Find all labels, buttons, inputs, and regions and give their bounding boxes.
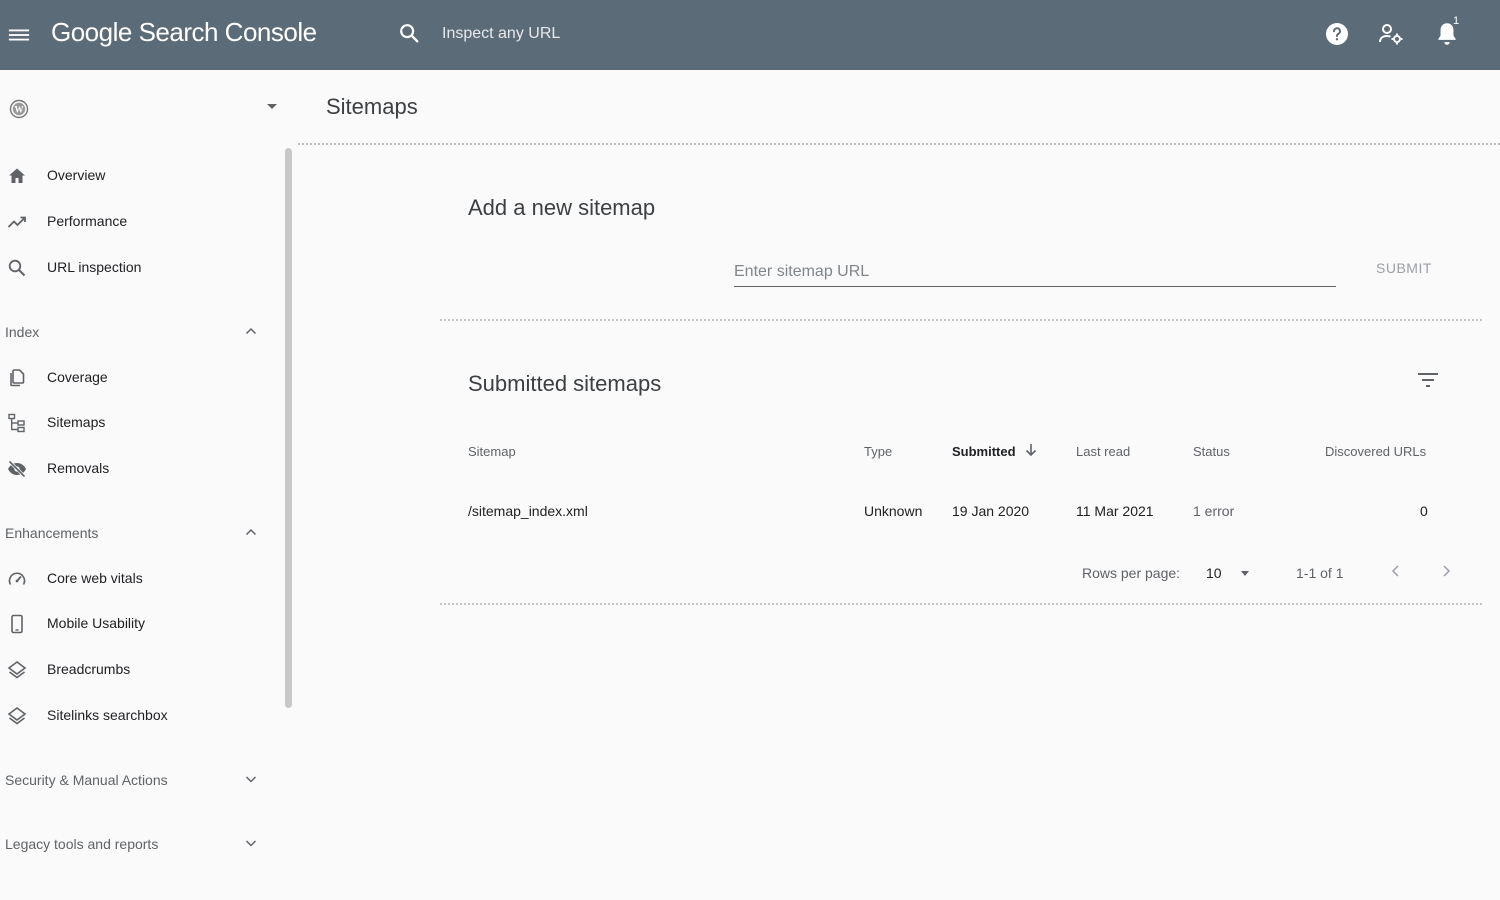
divider (440, 319, 1482, 321)
property-selector[interactable]: W (0, 90, 290, 126)
rows-per-page-caret-icon[interactable] (1241, 571, 1249, 576)
section-header-label: Legacy tools and reports (5, 836, 159, 852)
sidebar-item-sitelinks-searchbox[interactable]: Sitelinks searchbox (0, 696, 280, 736)
rows-per-page-label: Rows per page: (1082, 565, 1181, 581)
search-icon (8, 259, 26, 277)
sidebar-item-label: Core web vitals (47, 570, 143, 586)
smartphone-icon (11, 614, 23, 634)
visibility-off-icon (8, 460, 26, 478)
chevron-left-icon[interactable] (1388, 562, 1404, 580)
sidebar-item-core-web-vitals[interactable]: Core web vitals (0, 559, 280, 599)
chevron-up-icon (245, 528, 257, 536)
sidebar-section-index[interactable]: Index (0, 314, 280, 350)
cell-submitted: 19 Jan 2020 (952, 503, 1030, 519)
trending-up-icon (7, 216, 26, 228)
sidebar-item-label: Overview (47, 167, 106, 183)
sidebar-item-url-inspection[interactable]: URL inspection (0, 248, 280, 288)
manage-users-icon[interactable] (1378, 21, 1404, 47)
sidebar-item-overview[interactable]: Overview (0, 156, 280, 196)
section-header-label: Security & Manual Actions (5, 772, 168, 788)
filter-list-icon[interactable] (1416, 370, 1440, 390)
rows-per-page-select[interactable]: 10 (1206, 565, 1222, 581)
sidebar-item-coverage[interactable]: Coverage (0, 358, 280, 398)
sidebar-item-performance[interactable]: Performance (0, 202, 280, 242)
column-header-type[interactable]: Type (864, 444, 892, 459)
sidebar-item-breadcrumbs[interactable]: Breadcrumbs (0, 650, 280, 690)
divider (298, 143, 1500, 145)
menu-icon[interactable] (8, 24, 30, 46)
sidebar-item-label: Mobile Usability (47, 615, 146, 631)
sidebar-item-label: Coverage (47, 369, 108, 385)
chevron-up-icon (245, 327, 257, 335)
column-header-submitted[interactable]: Submitted (952, 444, 1016, 459)
chevron-down-icon (245, 840, 257, 847)
sitemap-icon (8, 413, 25, 433)
column-header-sitemap[interactable]: Sitemap (468, 444, 516, 459)
sidebar-item-removals[interactable]: Removals (0, 449, 280, 489)
submitted-sitemaps-heading: Submitted sitemaps (468, 371, 662, 396)
copy-icon (10, 369, 25, 387)
top-app-bar: Google Search Console 1 (0, 0, 1500, 70)
sidebar-item-mobile-usability[interactable]: Mobile Usability (0, 604, 280, 644)
column-header-status[interactable]: Status (1193, 444, 1230, 459)
cell-last-read: 11 Mar 2021 (1076, 503, 1154, 519)
wordpress-icon: W (9, 99, 29, 119)
page-title: Sitemaps (326, 94, 418, 119)
search-icon[interactable] (398, 22, 420, 44)
app-title[interactable]: Google Search Console (51, 17, 317, 48)
layers-icon (7, 661, 27, 679)
property-dropdown-caret-icon[interactable] (267, 104, 277, 109)
cell-discovered-urls: 0 (1420, 503, 1428, 519)
help-icon[interactable] (1325, 22, 1349, 46)
sidebar-item-label: Removals (47, 460, 110, 476)
sidebar-section-enhancements[interactable]: Enhancements (0, 515, 280, 551)
svg-text:W: W (15, 105, 24, 115)
sidebar-item-label: Sitemaps (47, 414, 106, 430)
sidebar-item-label: URL inspection (47, 259, 142, 275)
pagination-range: 1-1 of 1 (1296, 565, 1344, 581)
layers-icon (7, 707, 27, 725)
sitemap-url-input[interactable] (734, 258, 1336, 287)
add-sitemap-heading: Add a new sitemap (468, 195, 656, 220)
sidebar-item-label: Performance (47, 213, 128, 229)
cell-sitemap[interactable]: /sitemap_index.xml (468, 503, 588, 519)
sidebar-item-label: Sitelinks searchbox (47, 707, 168, 723)
section-header-label: Enhancements (5, 525, 99, 541)
cell-status: 1 error (1193, 503, 1235, 519)
submit-button[interactable]: SUBMIT (1370, 260, 1438, 276)
column-header-discovered-urls[interactable]: Discovered URLs (1325, 444, 1426, 459)
home-icon (9, 168, 25, 183)
notification-count-badge: 1 (1453, 15, 1460, 27)
sidebar-scrollbar[interactable] (285, 148, 292, 708)
column-header-last-read[interactable]: Last read (1076, 444, 1130, 459)
speed-gauge-icon (8, 572, 26, 585)
chevron-right-icon[interactable] (1438, 562, 1454, 580)
sidebar-section-legacy-tools[interactable]: Legacy tools and reports (0, 826, 280, 862)
sidebar-item-sitemaps[interactable]: Sitemaps (0, 403, 280, 443)
sidebar-section-security-manual-actions[interactable]: Security & Manual Actions (0, 762, 280, 798)
sort-descending-arrow-icon[interactable] (1024, 442, 1038, 458)
inspect-url-input[interactable] (434, 18, 870, 50)
chevron-down-icon (245, 776, 257, 783)
sidebar-item-label: Breadcrumbs (47, 661, 131, 677)
sidebar-nav: W Overview Performance URL inspection In… (0, 70, 292, 900)
divider (440, 603, 1482, 605)
cell-type: Unknown (864, 503, 923, 519)
section-header-label: Index (5, 324, 40, 340)
